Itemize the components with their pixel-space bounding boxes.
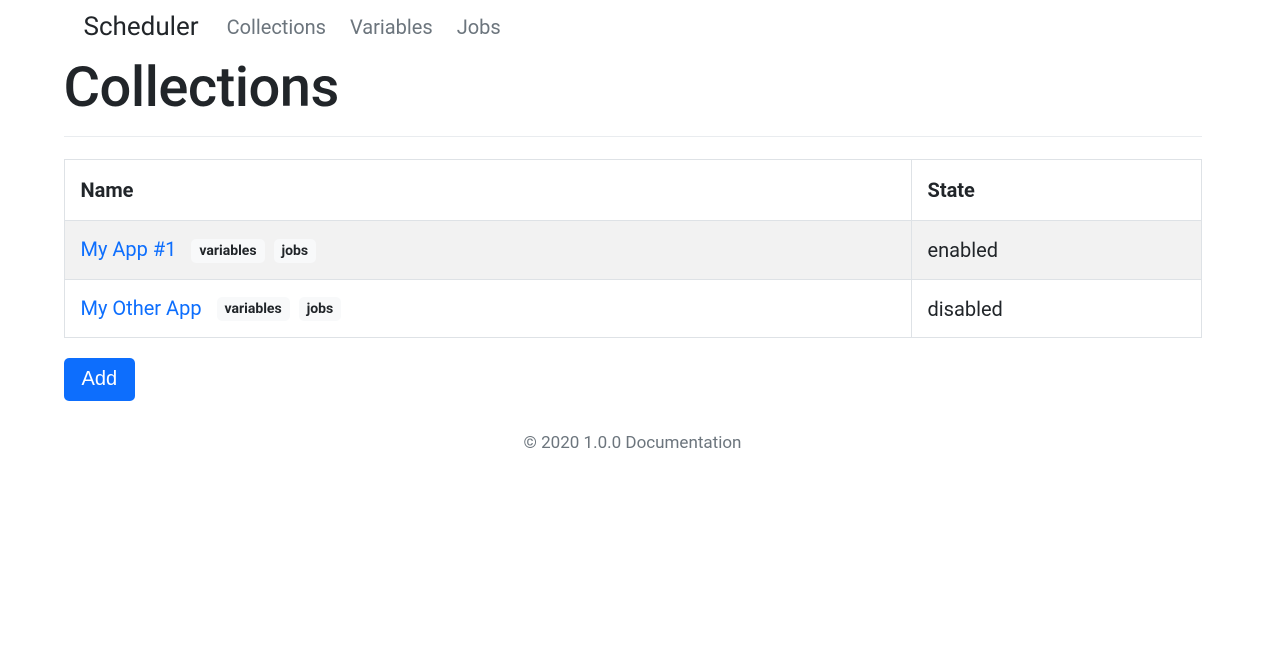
table-row: My App #1 variables jobs enabled <box>64 221 1201 280</box>
footer-copyright: © 2020 1.0.0 <box>524 433 626 453</box>
th-name: Name <box>64 160 911 221</box>
state-cell: disabled <box>911 279 1201 338</box>
table-row: My Other App variables jobs disabled <box>64 279 1201 338</box>
add-button[interactable]: Add <box>64 358 136 401</box>
nav-variables[interactable]: Variables <box>350 15 433 39</box>
variables-badge[interactable]: variables <box>217 297 290 321</box>
nav-links: Collections Variables Jobs <box>227 15 501 39</box>
footer-doc-link[interactable]: Documentation <box>625 433 741 453</box>
navbar: Scheduler Collections Variables Jobs <box>64 0 1202 50</box>
collection-link[interactable]: My Other App <box>81 296 202 320</box>
footer: © 2020 1.0.0 Documentation <box>64 433 1202 453</box>
collection-link[interactable]: My App #1 <box>81 237 177 261</box>
nav-jobs[interactable]: Jobs <box>457 15 501 39</box>
variables-badge[interactable]: variables <box>191 239 264 263</box>
collections-table: Name State My App #1 variables jobs enab… <box>64 159 1202 338</box>
jobs-badge[interactable]: jobs <box>274 239 317 263</box>
nav-collections[interactable]: Collections <box>227 15 326 39</box>
state-cell: enabled <box>911 221 1201 280</box>
brand-link[interactable]: Scheduler <box>84 12 199 42</box>
divider <box>64 136 1202 137</box>
th-state: State <box>911 160 1201 221</box>
page-title: Collections <box>64 54 1202 120</box>
jobs-badge[interactable]: jobs <box>299 297 342 321</box>
